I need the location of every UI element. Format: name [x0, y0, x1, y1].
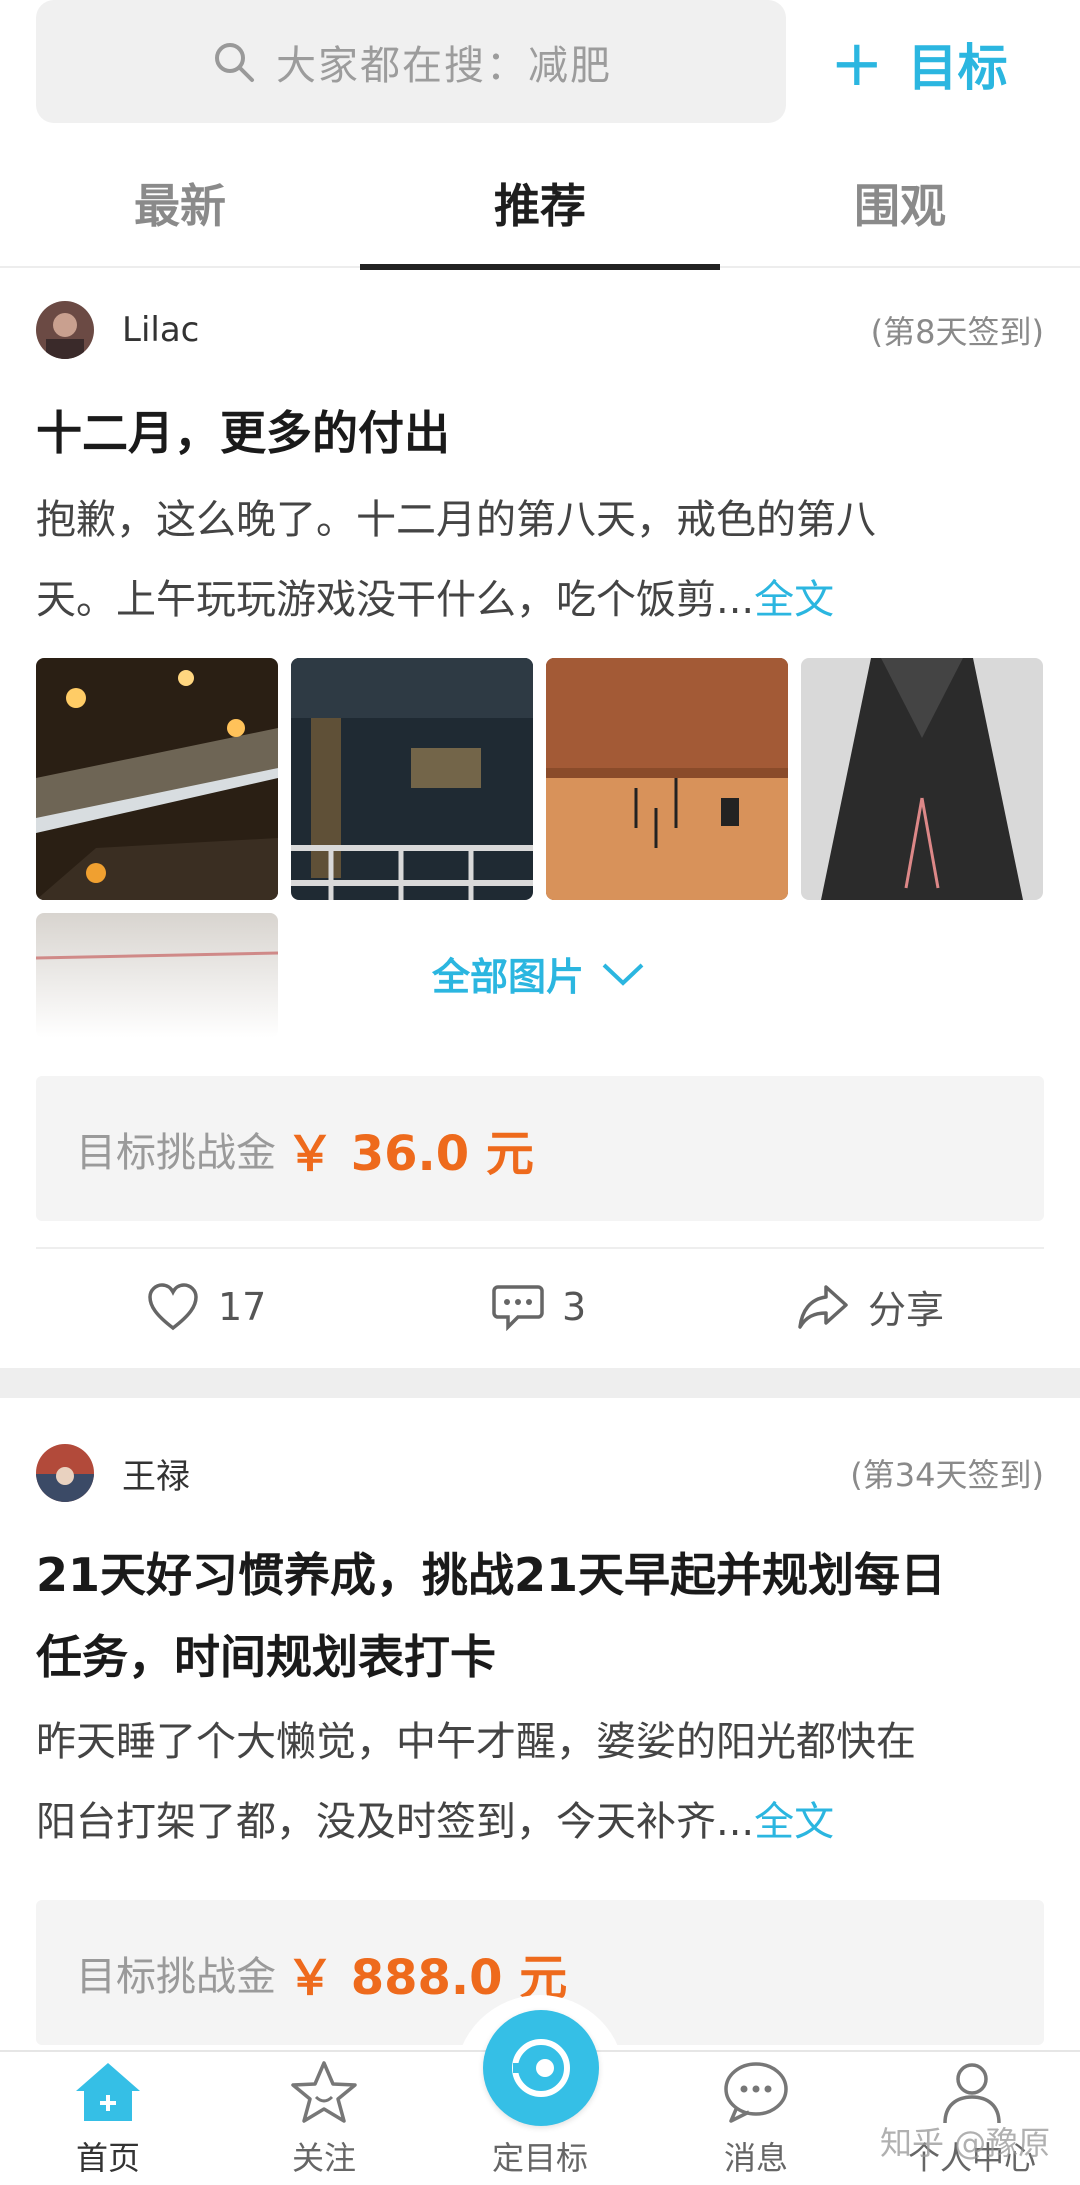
post-body-line: 阳台打架了都，没及时签到，今天补齐...全文	[36, 1782, 1044, 1862]
nav-set-goal-label: 定目标	[491, 2139, 588, 2177]
post-title[interactable]: 21天好习惯养成，挑战21天早起并规划每日 任务，时间规划表打卡	[36, 1534, 1044, 1698]
share-label: 分享	[868, 1288, 945, 1332]
post-title-line: 任务，时间规划表打卡	[36, 1630, 496, 1684]
read-more-link[interactable]: 全文	[754, 577, 834, 623]
post-title[interactable]: 十二月，更多的付出	[36, 392, 1044, 474]
post-image[interactable]	[36, 913, 278, 1038]
set-goal-button[interactable]	[483, 2010, 599, 2126]
reward-box: 目标挑战金 ￥ 36.0 元	[36, 1076, 1044, 1221]
read-more-link[interactable]: 全文	[754, 1799, 834, 1845]
search-placeholder: 大家都在搜：减肥	[276, 42, 612, 89]
nav-follow[interactable]: 关注	[216, 2052, 432, 2185]
post-body-text: 阳台打架了都，没及时签到，今天补齐...	[36, 1799, 755, 1845]
avatar[interactable]	[36, 1444, 94, 1502]
post-title-line: 21天好习惯养成，挑战21天早起并规划每日	[36, 1548, 947, 1602]
post-body-line: 昨天睡了个大懒觉，中午才醒，婆娑的阳光都快在	[36, 1719, 916, 1765]
reward-amount: ￥ 36.0 元	[286, 1125, 534, 1182]
share-icon	[798, 1284, 848, 1329]
plus-icon: +	[830, 27, 884, 101]
person-icon	[943, 2063, 1001, 2124]
star-icon	[291, 2061, 357, 2123]
comment-button[interactable]: 3	[492, 1249, 586, 1364]
nav-messages-label: 消息	[723, 2139, 788, 2177]
feed-tabs: 最新 推荐 围观	[0, 140, 1080, 270]
home-icon	[76, 2063, 140, 2121]
share-button[interactable]: 分享	[796, 1249, 944, 1364]
nav-home[interactable]: 首页	[0, 2052, 216, 2185]
post-body-line: 抱歉，这么晚了。十二月的第八天，戒色的第八	[36, 497, 876, 543]
tab-latest[interactable]: 最新	[0, 140, 360, 266]
nav-follow-label: 关注	[291, 2139, 356, 2177]
tab-recommended[interactable]: 推荐	[360, 140, 720, 270]
checkin-day: (第8天签到)	[870, 313, 1044, 351]
username[interactable]: 王禄	[122, 1449, 190, 1498]
post-image[interactable]	[36, 658, 278, 900]
post-header: 王禄 (第34天签到)	[36, 1443, 1044, 1503]
nav-messages[interactable]: 消息	[648, 2052, 864, 2185]
search-icon	[215, 42, 254, 82]
post-body[interactable]: 昨天睡了个大懒觉，中午才醒，婆娑的阳光都快在 阳台打架了都，没及时签到，今天补齐…	[36, 1702, 1044, 1862]
username[interactable]: Lilac	[122, 310, 199, 350]
feed-separator	[0, 1368, 1080, 1398]
target-icon	[512, 2039, 570, 2097]
comment-icon	[492, 1284, 544, 1331]
top-bar: 大家都在搜：减肥 + 目标	[0, 0, 1080, 135]
add-goal-button[interactable]: + 目标	[830, 24, 1008, 104]
add-goal-label: 目标	[907, 39, 1008, 97]
post-actions: 17 3 分享	[36, 1247, 1044, 1362]
watermark: 知乎 @豫原	[880, 2124, 1051, 2162]
like-button[interactable]: 17	[146, 1249, 266, 1364]
checkin-day: (第34天签到)	[850, 1456, 1044, 1494]
post-image[interactable]	[801, 658, 1043, 900]
heart-icon	[148, 1282, 198, 1330]
comment-count: 3	[562, 1284, 587, 1329]
post-body[interactable]: 抱歉，这么晚了。十二月的第八天，戒色的第八 天。上午玩玩游戏没干什么，吃个饭剪.…	[36, 480, 1044, 640]
all-pictures-button[interactable]: 全部图片	[432, 946, 646, 1001]
post-header: Lilac (第8天签到)	[36, 300, 1044, 360]
post-image[interactable]	[546, 658, 788, 900]
chevron-down-icon	[602, 963, 644, 986]
like-count: 17	[218, 1284, 267, 1329]
tab-spectate[interactable]: 围观	[720, 140, 1080, 266]
all-pictures-label: 全部图片	[432, 955, 585, 999]
search-bar[interactable]: 大家都在搜：减肥	[36, 0, 786, 123]
post-image[interactable]	[291, 658, 533, 900]
message-icon	[724, 2062, 788, 2123]
reward-label: 目标挑战金	[76, 1129, 276, 1176]
nav-home-label: 首页	[75, 2139, 140, 2177]
post-body-line: 天。上午玩玩游戏没干什么，吃个饭剪...全文	[36, 560, 1044, 640]
reward-label: 目标挑战金	[76, 1953, 276, 2000]
post-body-text: 天。上午玩玩游戏没干什么，吃个饭剪...	[36, 577, 755, 623]
avatar[interactable]	[36, 301, 94, 359]
